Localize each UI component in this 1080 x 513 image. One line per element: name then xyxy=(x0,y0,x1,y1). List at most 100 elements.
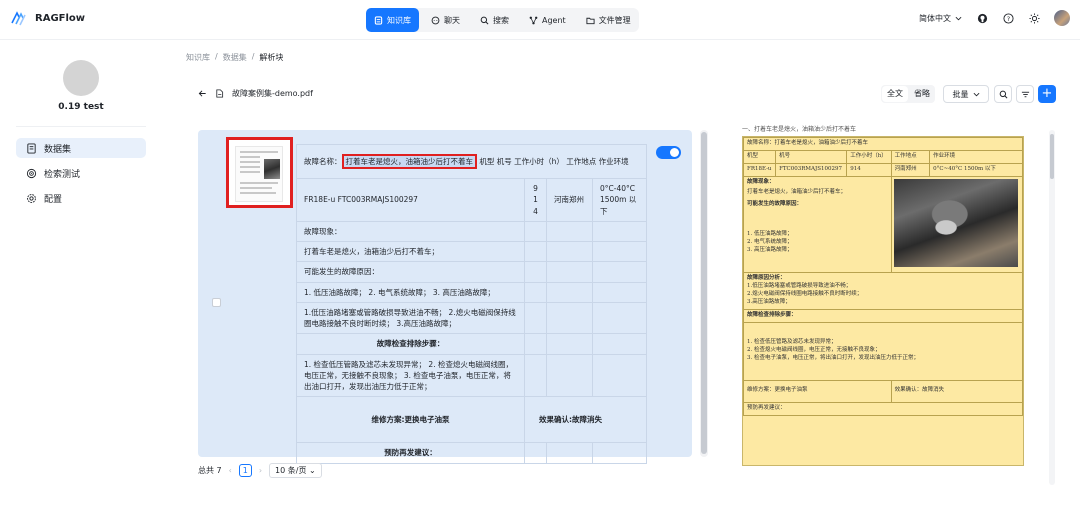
pdf-result-cell: 效果确认：故障消失 xyxy=(890,379,1024,403)
chunk-thumbnail[interactable] xyxy=(226,137,293,208)
top-bar: RAGFlow 知识库 聊天 搜索 Agent 文件管理 简体中文 ? xyxy=(0,0,1080,40)
pdf-preview: 一、打着车老是熄火，油箱油少后打不着车 故障名称：打着车老是熄火，油箱油少后打不… xyxy=(742,124,1024,470)
batch-label: 批量 xyxy=(952,89,969,99)
cause-label-cell: 可能发生的故障原因： xyxy=(296,261,525,283)
nav-label: 聊天 xyxy=(444,15,460,25)
pdf-value: 河南郑州 xyxy=(890,162,931,177)
pdf-value: 0°C~40°C 1500m 以下 xyxy=(929,162,1023,177)
breadcrumb-knowledge-base[interactable]: 知识库 xyxy=(186,52,210,63)
github-icon[interactable] xyxy=(976,12,988,24)
causes-cell: 1. 低压油路故障； 2. 电气系统故障； 3. 高压油路故障； xyxy=(296,281,525,303)
page-size-select[interactable]: 10 条/页 ⌄ xyxy=(269,463,322,478)
sidebar-divider xyxy=(16,126,146,127)
work-hours-cell: 9 1 4 xyxy=(524,178,547,222)
back-arrow-icon[interactable] xyxy=(198,89,207,98)
pdf-header: 工作小时（h） xyxy=(846,149,892,164)
chevron-down-icon xyxy=(955,16,962,20)
work-env-cell: 0°C-40°C 1500m 以下 xyxy=(592,178,647,222)
settings-icon xyxy=(27,193,36,203)
breadcrumb-dataset[interactable]: 数据集 xyxy=(223,52,247,63)
chat-icon xyxy=(431,16,440,24)
language-label: 简体中文 xyxy=(919,13,951,23)
pdf-file-icon xyxy=(216,89,224,98)
cause-analysis-cell: 1.低压油路堵塞或管路破损导致进油不畅； 2.熄火电磁阀保持线圈电路接触不良时断… xyxy=(296,301,525,335)
database-icon xyxy=(374,15,383,25)
page-number[interactable]: 1 xyxy=(238,464,252,477)
chunk-content-table: 故障名称： 打着车老是熄火，油箱油少后打不着车 机型 机号 工作小时（h） 工作地… xyxy=(296,144,647,464)
app-logo[interactable]: RAGFlow xyxy=(10,9,85,27)
pdf-name-row: 故障名称：打着车老是熄火，油箱油少后打不着车 xyxy=(743,137,1023,151)
pdf-photo-cell xyxy=(890,175,1024,273)
breadcrumb-separator: / xyxy=(251,52,255,61)
nav-knowledge-base[interactable]: 知识库 xyxy=(366,8,419,32)
work-place-cell: 河南郑州 xyxy=(546,178,593,222)
nav-agent[interactable]: Agent xyxy=(521,8,574,32)
pdf-page: 故障名称：打着车老是熄火，油箱油少后打不着车 机型 机号 工作小时（h） 工作地… xyxy=(742,136,1024,466)
document-name: 故障案例集-demo.pdf xyxy=(232,89,313,98)
language-selector[interactable]: 简体中文 xyxy=(919,13,962,24)
svg-text:?: ? xyxy=(1006,14,1009,22)
prevention-label-cell: 预防再发建议： xyxy=(296,442,525,464)
nav-chat[interactable]: 聊天 xyxy=(423,8,468,32)
total-count: 总共 7 xyxy=(198,466,222,475)
chunk-list-scrollbar[interactable] xyxy=(700,130,708,457)
repair-plan-cell: 维修方案:更换电子油泵 xyxy=(296,396,525,444)
view-mode-switch: 全文 省略 xyxy=(881,85,935,103)
search-chunks-button[interactable] xyxy=(994,85,1012,103)
pdf-symptom-text: 打着车老是熄火，油箱油少后打不着车； xyxy=(747,188,847,195)
plus-icon: + xyxy=(1041,86,1053,101)
chunk-select-checkbox[interactable] xyxy=(212,298,221,307)
pdf-prevent-cell: 预防再发建议： xyxy=(743,401,1023,416)
pdf-preview-scrollbar[interactable] xyxy=(1049,130,1055,485)
mode-full-text[interactable]: 全文 xyxy=(882,86,908,102)
nav-search[interactable]: 搜索 xyxy=(472,8,517,32)
pdf-analysis-item: 2.熄火电磁阀保持线圈电路接触不良时断时续； xyxy=(747,290,863,297)
pdf-symptom-cell: 故障现象： 打着车老是熄火，油箱油少后打不着车； 可能发生的故障原因： 1. 低… xyxy=(743,175,892,273)
highlighted-fault-name: 打着车老是熄火，油箱油少后打不着车 xyxy=(341,153,477,169)
dataset-icon xyxy=(27,142,36,154)
next-page-icon[interactable]: › xyxy=(259,466,262,475)
symptom-label-cell: 故障现象： xyxy=(296,220,525,243)
knowledge-base-avatar xyxy=(63,60,99,96)
pdf-fault-table: 故障名称：打着车老是熄火，油箱油少后打不着车 机型 机号 工作小时（h） 工作地… xyxy=(742,137,1024,416)
machine-model-cell: FR18E-u FTC003RMAJS100297 xyxy=(296,178,525,222)
batch-dropdown[interactable]: 批量 xyxy=(943,85,989,103)
pdf-value: 914 xyxy=(846,162,892,177)
pdf-analysis-item: 1.低压油路堵塞或管路破损导致进油不畅； xyxy=(747,282,852,289)
filter-button[interactable] xyxy=(1016,85,1034,103)
fault-name-prefix: 故障名称： xyxy=(304,156,342,166)
mode-brief[interactable]: 省略 xyxy=(909,85,935,103)
nav-label: 搜索 xyxy=(493,15,509,25)
user-avatar[interactable] xyxy=(1054,10,1070,26)
sidebar-item-dataset[interactable]: 数据集 xyxy=(16,138,146,158)
table-row: 故障名称： 打着车老是熄火，油箱油少后打不着车 机型 机号 工作小时（h） 工作地… xyxy=(296,144,647,179)
pdf-header: 机型 xyxy=(742,149,777,164)
thumbnail-page xyxy=(235,146,283,202)
pdf-step-item: 3. 检查电子油泵，电压正常，将出油口打开，发现出油压力低于正常； xyxy=(747,355,919,362)
breadcrumb: 知识库 / 数据集 / 解析块 xyxy=(186,52,283,63)
pdf-value: FR18E-u xyxy=(742,162,777,177)
theme-sun-icon[interactable] xyxy=(1028,12,1040,24)
result-cell: 效果确认:故障消失 xyxy=(524,396,647,444)
filter-icon xyxy=(1021,91,1029,97)
sidebar-item-settings[interactable]: 配置 xyxy=(16,188,146,208)
chevron-down-icon xyxy=(973,92,979,96)
pdf-cause-label: 可能发生的故障原因： xyxy=(747,200,803,207)
pdf-plan-cell: 维修方案：更换电子油泵 xyxy=(743,379,892,403)
pdf-header: 作业环境 xyxy=(929,149,1023,164)
document-header: 故障案例集-demo.pdf xyxy=(198,88,313,99)
pdf-analysis-label: 故障原因分析： xyxy=(747,274,786,281)
knowledge-base-name: 0.19 test xyxy=(58,102,104,112)
pdf-cause-item: 3. 高压油路故障； xyxy=(747,246,793,253)
nav-file-management[interactable]: 文件管理 xyxy=(578,8,639,32)
sidebar-item-retrieval-test[interactable]: 检索测试 xyxy=(16,163,146,183)
ragflow-logo-icon xyxy=(11,11,26,26)
add-chunk-button[interactable]: + xyxy=(1038,85,1056,103)
help-icon[interactable]: ? xyxy=(1002,12,1014,24)
pagination: 总共 7 ‹ 1 › 10 条/页 ⌄ xyxy=(198,463,322,478)
pdf-value: FTC003RMAJS100297 xyxy=(775,162,848,177)
chunk-enable-toggle[interactable] xyxy=(656,146,681,159)
prev-page-icon[interactable]: ‹ xyxy=(229,466,232,475)
fault-header-suffix: 机型 机号 工作小时（h） 工作地点 作业环境 xyxy=(477,156,629,166)
pdf-analysis-cell: 故障原因分析： 1.低压油路堵塞或管路破损导致进油不畅； 2.熄火电磁阀保持线圈… xyxy=(743,271,1023,310)
